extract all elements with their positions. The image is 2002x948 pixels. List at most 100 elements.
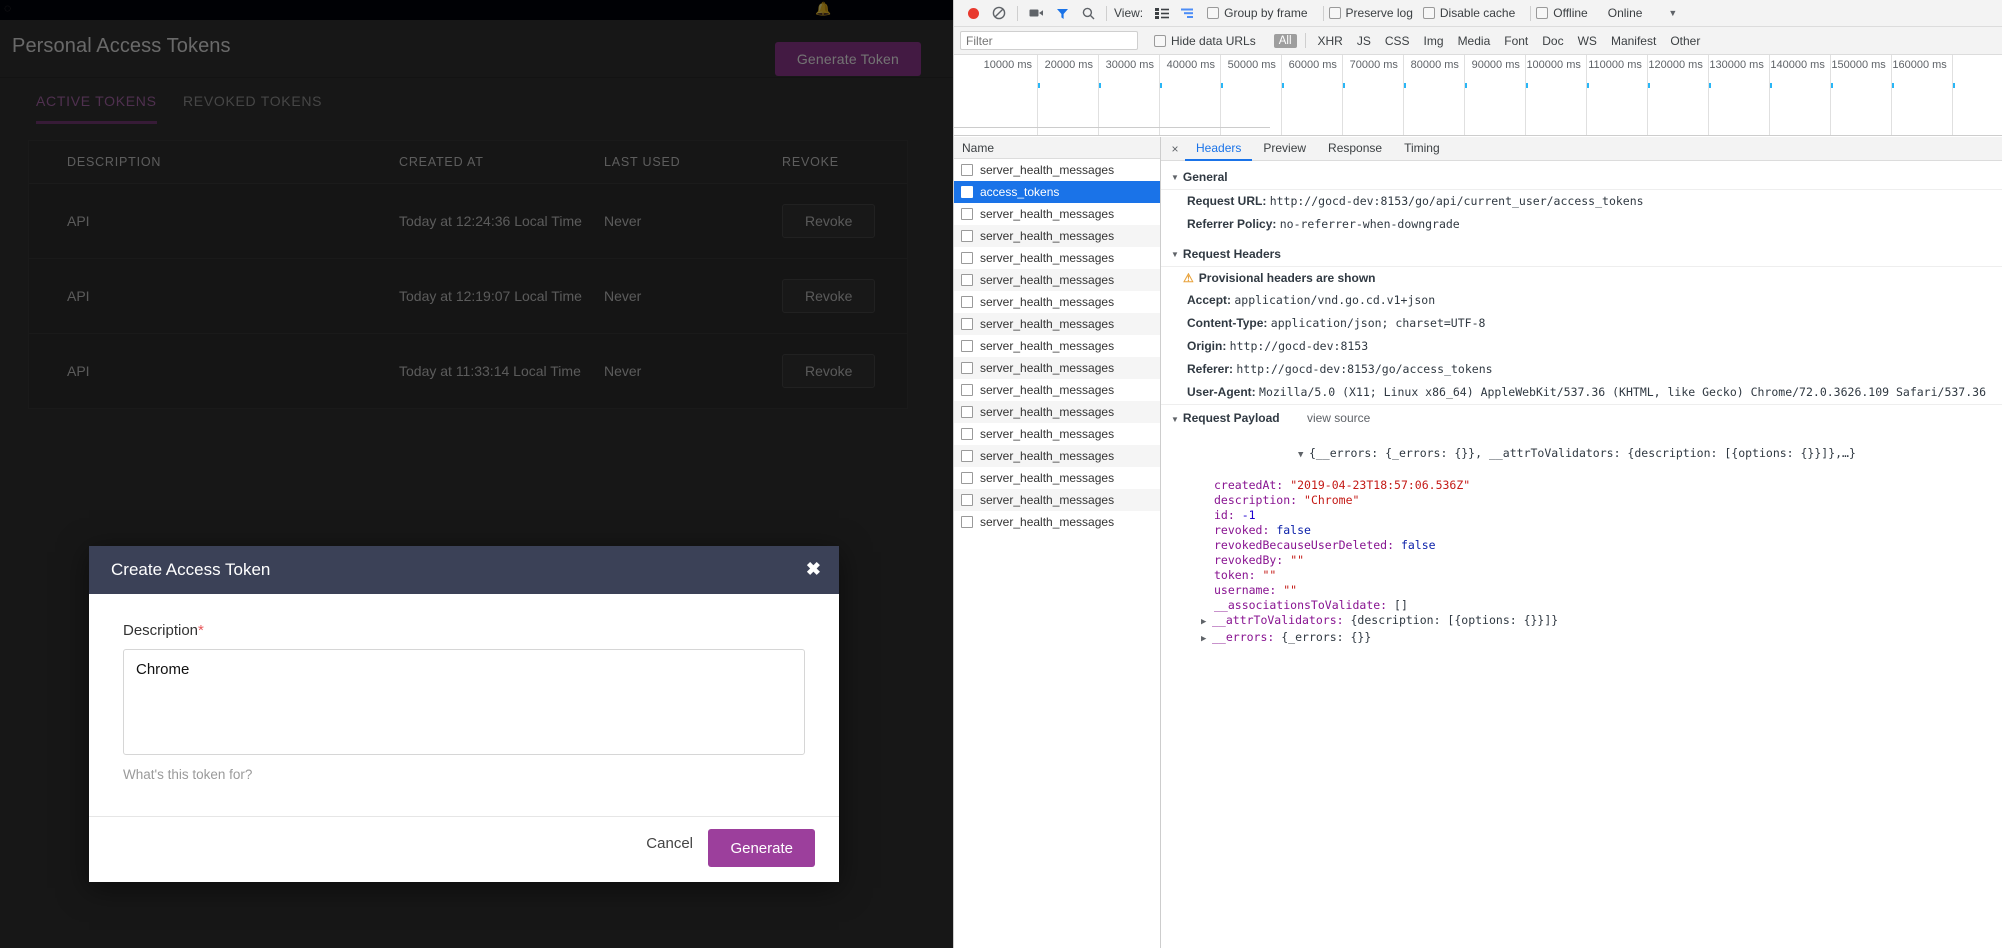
preserve-log-label[interactable]: Preserve log: [1346, 6, 1413, 20]
document-icon: [961, 252, 973, 264]
close-icon[interactable]: ✖: [806, 557, 821, 581]
request-row[interactable]: server_health_messages: [954, 225, 1160, 247]
json-key: id:: [1214, 508, 1235, 522]
chevron-down-icon[interactable]: ▼: [1298, 448, 1309, 463]
tab-preview[interactable]: Preview: [1252, 137, 1317, 161]
throttle-select[interactable]: Online: [1608, 6, 1643, 20]
screenshot-root: ◌ 🔔 Personal Access Tokens Generate Toke…: [0, 0, 2002, 948]
document-icon: [961, 406, 973, 418]
json-entry: createdAt: "2019-04-23T18:57:06.536Z": [1183, 478, 2002, 493]
json-value: "": [1283, 583, 1298, 597]
document-icon: [961, 494, 973, 506]
cancel-button[interactable]: Cancel: [646, 835, 693, 852]
json-key: __errors:: [1212, 630, 1275, 644]
chevron-right-icon[interactable]: ▶: [1201, 615, 1212, 630]
request-row[interactable]: server_health_messages: [954, 159, 1160, 181]
view-source-link[interactable]: view source: [1307, 411, 1370, 425]
referrer-policy-key: Referrer Policy:: [1187, 217, 1277, 231]
request-name: access_tokens: [980, 185, 1060, 199]
filter-type-js[interactable]: JS: [1357, 34, 1371, 48]
request-name: server_health_messages: [980, 405, 1115, 419]
filter-type-xhr[interactable]: XHR: [1318, 34, 1343, 48]
timeline-event-marker: [1220, 83, 1223, 88]
request-row[interactable]: server_health_messages: [954, 467, 1160, 489]
request-row[interactable]: server_health_messages: [954, 291, 1160, 313]
disable-cache-label[interactable]: Disable cache: [1440, 6, 1515, 20]
request-row[interactable]: server_health_messages: [954, 313, 1160, 335]
close-icon[interactable]: ×: [1165, 142, 1185, 156]
filter-type-other[interactable]: Other: [1670, 34, 1700, 48]
offline-checkbox[interactable]: [1536, 7, 1549, 19]
hide-data-urls-label[interactable]: Hide data URLs: [1171, 34, 1256, 48]
filter-type-doc[interactable]: Doc: [1542, 34, 1563, 48]
request-header-row: Referer: http://gocd-dev:8153/go/access_…: [1161, 358, 2002, 381]
group-by-frame-checkbox[interactable]: [1207, 7, 1220, 19]
details-body: ▼ General Request URL: http://gocd-dev:81…: [1161, 161, 2002, 647]
request-row[interactable]: access_tokens: [954, 181, 1160, 203]
filter-type-css[interactable]: CSS: [1385, 34, 1410, 48]
list-view-icon[interactable]: [1149, 1, 1175, 25]
network-overview-timeline[interactable]: 10000 ms 20000 ms 30000 ms 40000 ms 50000 ms…: [954, 55, 2002, 136]
preserve-log-checkbox-group[interactable]: Preserve log: [1328, 6, 1413, 20]
request-row[interactable]: server_health_messages: [954, 489, 1160, 511]
disable-cache-checkbox-group[interactable]: Disable cache: [1422, 6, 1515, 20]
request-row[interactable]: server_health_messages: [954, 379, 1160, 401]
request-row[interactable]: server_health_messages: [954, 445, 1160, 467]
group-by-frame-label[interactable]: Group by frame: [1224, 6, 1307, 20]
request-row[interactable]: server_health_messages: [954, 511, 1160, 533]
filter-type-manifest[interactable]: Manifest: [1611, 34, 1656, 48]
request-name: server_health_messages: [980, 427, 1115, 441]
json-root-row[interactable]: ▼ {__errors: {_errors: {}}, __attrToValid…: [1183, 431, 2002, 478]
offline-label[interactable]: Offline: [1553, 6, 1587, 20]
camera-icon[interactable]: [1023, 1, 1049, 25]
request-row[interactable]: server_health_messages: [954, 203, 1160, 225]
offline-checkbox-group[interactable]: Offline: [1536, 6, 1588, 20]
request-row[interactable]: server_health_messages: [954, 335, 1160, 357]
group-by-frame-checkbox-group[interactable]: Group by frame: [1207, 6, 1308, 20]
disable-cache-checkbox[interactable]: [1422, 7, 1435, 19]
request-list-header[interactable]: Name: [954, 137, 1160, 159]
json-root-summary: {__errors: {_errors: {}}, __attrToValida…: [1308, 446, 1856, 460]
timeline-event-marker: [1037, 83, 1040, 88]
request-row[interactable]: server_health_messages: [954, 247, 1160, 269]
filter-funnel-icon[interactable]: [1049, 1, 1075, 25]
request-row[interactable]: server_health_messages: [954, 401, 1160, 423]
hide-data-urls-checkbox[interactable]: [1154, 34, 1166, 47]
filter-input[interactable]: [960, 31, 1138, 50]
json-collapsed-entry[interactable]: ▶ __errors: {_errors: {}}: [1183, 630, 2002, 647]
tab-response[interactable]: Response: [1317, 137, 1393, 161]
section-request-headers[interactable]: ▼ Request Headers: [1161, 242, 2002, 267]
clear-icon[interactable]: [986, 1, 1012, 25]
filter-type-ws[interactable]: WS: [1578, 34, 1597, 48]
filter-type-img[interactable]: Img: [1424, 34, 1444, 48]
json-collapsed-entry[interactable]: ▶ __attrToValidators: {description: [{opt…: [1183, 613, 2002, 630]
request-name: server_health_messages: [980, 251, 1115, 265]
section-request-payload[interactable]: ▼ Request Payload view source: [1161, 404, 2002, 431]
dialog-body: Description* What's this token for?: [89, 594, 839, 816]
timeline-event-marker: [1708, 83, 1711, 88]
filter-type-all[interactable]: All: [1273, 33, 1297, 48]
section-general[interactable]: ▼ General: [1161, 165, 2002, 190]
waterfall-view-icon[interactable]: [1175, 1, 1201, 25]
tab-headers[interactable]: Headers: [1185, 137, 1253, 161]
description-input[interactable]: [123, 649, 805, 755]
hide-data-urls-checkbox-group[interactable]: Hide data URLs: [1154, 34, 1256, 48]
tab-timing[interactable]: Timing: [1393, 137, 1451, 161]
filter-type-media[interactable]: Media: [1458, 34, 1491, 48]
request-row[interactable]: server_health_messages: [954, 269, 1160, 291]
preserve-log-checkbox[interactable]: [1328, 7, 1341, 19]
record-icon[interactable]: [960, 1, 986, 25]
chevron-down-icon[interactable]: ▼: [1668, 8, 1677, 18]
generate-button[interactable]: Generate: [708, 829, 815, 867]
request-row[interactable]: server_health_messages: [954, 357, 1160, 379]
timeline-tick-label: 90000 ms: [1471, 59, 1520, 71]
details-tabbar: × Headers Preview Response Timing: [1161, 137, 2002, 161]
search-icon[interactable]: [1075, 1, 1101, 25]
json-entry: id: -1: [1183, 508, 2002, 523]
gocd-app-window: ◌ 🔔 Personal Access Tokens Generate Toke…: [0, 0, 953, 948]
request-row[interactable]: server_health_messages: [954, 423, 1160, 445]
chevron-right-icon[interactable]: ▶: [1201, 632, 1212, 647]
description-label-text: Description: [123, 622, 199, 639]
filter-type-font[interactable]: Font: [1504, 34, 1528, 48]
timeline-event-marker: [1098, 83, 1101, 88]
